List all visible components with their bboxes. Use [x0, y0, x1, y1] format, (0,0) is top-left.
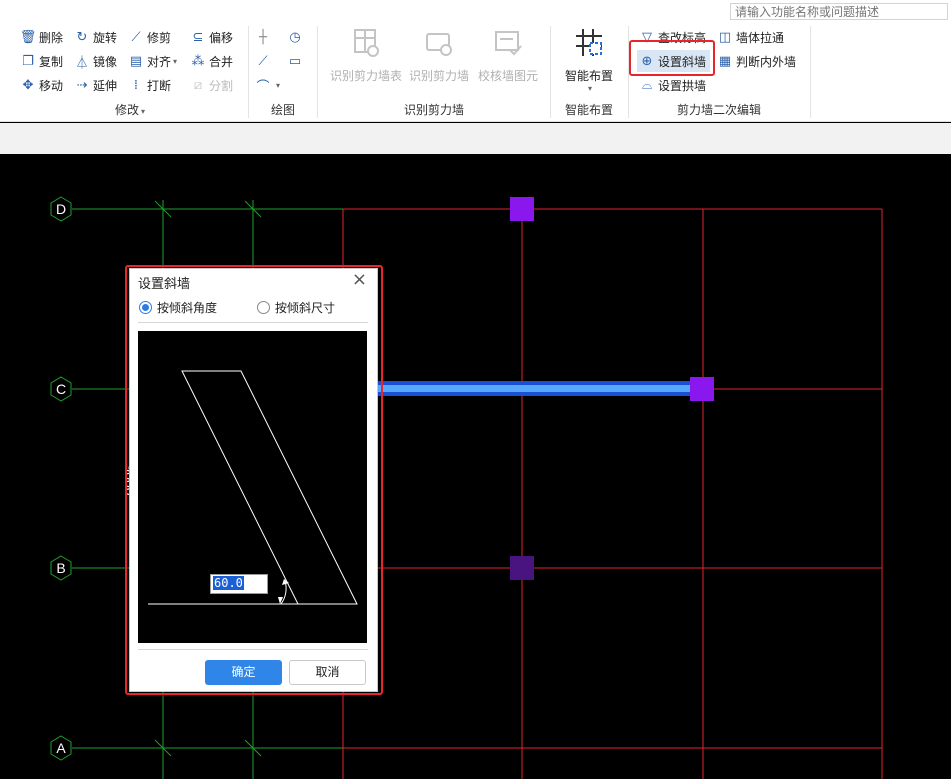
svg-text:A: A: [56, 740, 66, 756]
trim-icon: ⟋: [131, 29, 141, 45]
rectangle-icon: ▭: [288, 53, 302, 69]
arc-button[interactable]: ⌒ ▾: [255, 74, 280, 96]
trim-button[interactable]: ⟋ 修剪: [128, 26, 171, 48]
merge-icon: ⁂: [191, 53, 205, 69]
grid-layout-icon: [576, 29, 602, 56]
copy-icon: ❐: [22, 53, 34, 69]
point-button[interactable]: ┼: [255, 26, 274, 48]
highlight-frame: [629, 40, 715, 76]
rotate-button[interactable]: ↻ 旋转: [74, 26, 117, 48]
column-marker[interactable]: [690, 377, 714, 401]
smart-layout-button[interactable]: 智能布置 ▾: [553, 26, 625, 93]
inout-wall-icon: ▦: [718, 53, 732, 69]
line-button[interactable]: ⟋: [255, 50, 274, 72]
arch-wall-icon: ⌓: [641, 77, 653, 93]
align-button[interactable]: ▤ 对齐 ▾: [128, 50, 177, 72]
axis-bubble-c: C: [50, 376, 72, 402]
title-bar: [0, 0, 951, 22]
rotate-icon: ↻: [76, 29, 88, 45]
line-icon: ⟋: [258, 53, 268, 69]
break-button[interactable]: ⁞ 打断: [128, 74, 171, 96]
group-title-smart: 智能布置: [564, 103, 613, 117]
search-input[interactable]: [730, 3, 948, 20]
wall-stretch-button[interactable]: ◫ 墙体拉通: [717, 26, 784, 48]
mirror-icon: ⏃: [75, 55, 89, 71]
split-icon: ⧄: [193, 77, 203, 93]
ribbon: 🗑 删除 ↻ 旋转 ⟋ 修剪 ⊆ 偏移 ❐ 复制 ⏃ 镜像 ▤ 对齐 ▾ ⁂ 合并 ✥ 移动 ⇢ 延伸…: [0, 22, 951, 122]
rect-button[interactable]: ▭: [287, 50, 306, 72]
check-icon: [495, 31, 522, 56]
point-icon: ┼: [259, 29, 267, 45]
extend-button[interactable]: ⇢ 延伸: [74, 74, 117, 96]
offset-button[interactable]: ⊆ 偏移: [190, 26, 233, 48]
toolbar-gap: [0, 123, 951, 154]
svg-text:C: C: [56, 381, 66, 397]
chevron-down-icon: ▾: [276, 80, 281, 90]
arc-center-button[interactable]: ◷: [287, 26, 306, 48]
arc-icon: ⌒: [256, 79, 270, 95]
svg-text:D: D: [56, 201, 66, 217]
group-recognize: 识别剪力墙表 识别剪力墙 校核墙图元 识别剪力墙: [318, 22, 550, 122]
move-icon: ✥: [22, 77, 34, 93]
recognize-wall-button[interactable]: 识别剪力墙: [406, 26, 472, 84]
judge-inout-button[interactable]: ▦ 判断内外墙: [717, 50, 796, 72]
trash-icon: 🗑: [19, 29, 37, 45]
group-smart: 智能布置 ▾ 智能布置: [551, 22, 627, 122]
group-title-recognize: 识别剪力墙: [403, 103, 464, 117]
split-button[interactable]: ⧄ 分割: [190, 74, 233, 96]
table-scan-icon: [354, 29, 379, 57]
chevron-down-icon[interactable]: ▾: [141, 107, 145, 116]
column-marker[interactable]: [510, 197, 534, 221]
offset-icon: ⊆: [192, 29, 204, 45]
group-title-draw: 绘图: [270, 103, 295, 117]
wall-scan-icon: [426, 33, 452, 56]
stretch-icon: ◫: [718, 29, 732, 45]
column-marker[interactable]: [510, 556, 534, 580]
chevron-down-icon: ▾: [173, 56, 178, 66]
axis-bubble-a: A: [50, 735, 72, 761]
extend-icon: ⇢: [76, 77, 88, 93]
align-icon: ▤: [129, 53, 143, 69]
circle-icon: ◷: [289, 29, 301, 45]
copy-button[interactable]: ❐ 复制: [20, 50, 63, 72]
chevron-down-icon: ▾: [587, 84, 592, 93]
check-wall-button[interactable]: 校核墙图元: [474, 26, 542, 84]
recognize-table-button[interactable]: 识别剪力墙表: [326, 26, 406, 84]
highlight-frame: [125, 265, 383, 695]
move-button[interactable]: ✥ 移动: [20, 74, 63, 96]
divider: [810, 26, 811, 118]
axis-bubble-d: D: [50, 196, 72, 222]
shear-wall-highlight: [370, 385, 703, 392]
group-draw: ┼ ◷ ⟋ ▭ ⌒ ▾ 绘图: [249, 22, 317, 122]
group-title-modify: 修改 ▾: [114, 103, 146, 117]
group-modify: 🗑 删除 ↻ 旋转 ⟋ 修剪 ⊆ 偏移 ❐ 复制 ⏃ 镜像 ▤ 对齐 ▾ ⁂ 合并 ✥ 移动 ⇢ 延伸…: [14, 22, 246, 122]
break-icon: ⁞: [133, 77, 139, 93]
delete-button[interactable]: 🗑 删除: [20, 26, 63, 48]
axis-bubble-b: B: [50, 555, 72, 581]
mirror-button[interactable]: ⏃ 镜像: [74, 50, 117, 72]
merge-button[interactable]: ⁂ 合并: [190, 50, 234, 72]
set-arch-wall-button[interactable]: ⌓ 设置拱墙: [639, 74, 706, 96]
svg-text:B: B: [56, 560, 65, 576]
group-title-edit2: 剪力墙二次编辑: [676, 103, 761, 117]
